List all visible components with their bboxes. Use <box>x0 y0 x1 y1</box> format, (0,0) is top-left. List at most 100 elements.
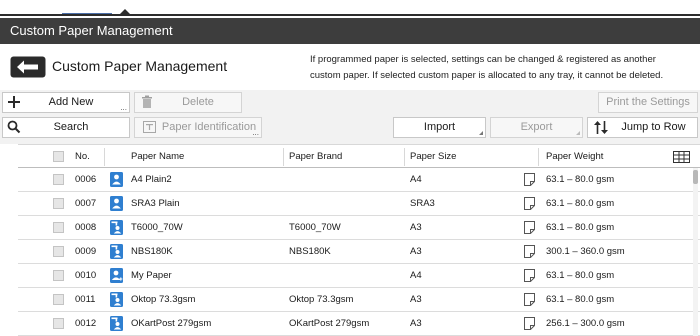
import-button[interactable]: Import <box>393 117 486 138</box>
row-checkbox[interactable] <box>53 294 64 305</box>
table-row[interactable]: 0006 A4 Plain2 A4 63.1 – 80.0 gsm <box>18 168 700 192</box>
cell-paper-name: T6000_70W <box>131 222 183 233</box>
paper-table-body: 0006 A4 Plain2 A4 63.1 – 80.0 gsm 0007 SRA3 P… <box>18 168 700 336</box>
import-label: Import <box>423 121 456 133</box>
cell-paper-size: A3 <box>410 318 422 329</box>
tray-user-icon <box>110 292 123 307</box>
column-header-paper-brand[interactable]: Paper Brand <box>289 151 342 162</box>
top-decor-strip <box>0 0 700 18</box>
table-row[interactable]: 0008 T6000_70W T6000_70W A3 63.1 – 80.0 gsm <box>18 216 700 240</box>
cell-paper-name: OKartPost 279gsm <box>131 318 212 329</box>
row-checkbox[interactable] <box>53 198 64 209</box>
cell-paper-brand: T6000_70W <box>289 222 341 233</box>
cell-paper-name: Oktop 73.3gsm <box>131 294 196 305</box>
table-row[interactable]: 0009 NBS180K NBS180K A3 300.1 – 360.0 gsm <box>18 240 700 264</box>
paper-orientation-icon <box>524 221 535 234</box>
cell-paper-weight: 63.1 – 80.0 gsm <box>546 174 615 185</box>
cell-paper-name: A4 Plain2 <box>131 174 172 185</box>
cell-no: 0007 <box>75 198 97 209</box>
cell-paper-size: A3 <box>410 294 422 305</box>
info-note-line2: custom paper. If selected custom paper i… <box>310 70 664 81</box>
row-checkbox[interactable] <box>53 174 64 185</box>
grid-view-icon[interactable] <box>673 151 690 163</box>
cell-no: 0012 <box>75 318 97 329</box>
cell-paper-size: A4 <box>410 174 422 185</box>
print-settings-label: Print the Settings <box>606 96 690 108</box>
left-margin <box>0 144 18 336</box>
table-row[interactable]: 0012 OKartPost 279gsm OKartPost 279gsm A3 25… <box>18 312 700 336</box>
tray-user-icon <box>110 316 123 331</box>
tray-user-icon <box>110 220 123 235</box>
table-header: No. Paper Name Paper Brand Paper Size Pa… <box>18 144 700 168</box>
page-title: Custom Paper Management <box>52 58 228 74</box>
scrollbar-thumb[interactable] <box>693 170 698 184</box>
cell-paper-weight: 256.1 – 300.0 gsm <box>546 318 625 329</box>
row-checkbox[interactable] <box>53 318 64 329</box>
cell-paper-size: SRA3 <box>410 198 435 209</box>
table-row[interactable]: 0010 My Paper A4 63.1 – 80.0 gsm <box>18 264 700 288</box>
cell-paper-size: A3 <box>410 222 422 233</box>
top-border-line <box>0 14 700 16</box>
delete-button[interactable]: Delete <box>134 92 242 113</box>
jump-to-row-label: Jump to Row <box>621 121 686 133</box>
cell-paper-name: NBS180K <box>131 246 173 257</box>
scrollbar-track[interactable] <box>693 168 698 336</box>
single-user-icon <box>110 172 123 187</box>
tab-pointer <box>119 9 131 15</box>
search-label: Search <box>53 121 89 133</box>
cell-paper-weight: 63.1 – 80.0 gsm <box>546 270 615 281</box>
export-button[interactable]: Export <box>490 117 583 138</box>
paper-orientation-icon <box>524 197 535 210</box>
back-button[interactable] <box>10 56 46 78</box>
cell-no: 0008 <box>75 222 97 233</box>
add-new-label: Add New <box>48 96 94 108</box>
paper-orientation-icon <box>524 269 535 282</box>
more-indicator: ... <box>120 103 127 112</box>
column-divider <box>538 148 539 166</box>
dropdown-corner-icon <box>479 131 483 135</box>
cell-paper-weight: 63.1 – 80.0 gsm <box>546 198 615 209</box>
add-new-button[interactable]: Add New ... <box>2 92 130 113</box>
cell-paper-brand: NBS180K <box>289 246 331 257</box>
paper-identification-label: Paper Identification <box>161 121 257 133</box>
search-button[interactable]: Search <box>2 117 130 138</box>
paper-orientation-icon <box>524 245 535 258</box>
row-checkbox[interactable] <box>53 270 64 281</box>
cell-paper-weight: 63.1 – 80.0 gsm <box>546 294 615 305</box>
info-note-line1: If programmed paper is selected, setting… <box>310 54 656 65</box>
paper-identification-button[interactable]: Paper Identification ... <box>134 117 262 138</box>
cell-no: 0006 <box>75 174 97 185</box>
arrow-left-icon <box>10 56 46 78</box>
cell-paper-size: A4 <box>410 270 422 281</box>
row-checkbox[interactable] <box>53 246 64 257</box>
cell-paper-brand: Oktop 73.3gsm <box>289 294 354 305</box>
dropdown-corner-icon <box>576 131 580 135</box>
cell-paper-name: My Paper <box>131 270 172 281</box>
paper-identification-icon <box>143 121 156 133</box>
table-row[interactable]: 0007 SRA3 Plain SRA3 63.1 – 80.0 gsm <box>18 192 700 216</box>
column-header-paper-weight[interactable]: Paper Weight <box>546 151 603 162</box>
print-settings-button[interactable]: Print the Settings <box>598 92 698 113</box>
cell-paper-brand: OKartPost 279gsm <box>289 318 370 329</box>
delete-label: Delete <box>182 96 214 108</box>
single-user-icon <box>110 196 123 211</box>
jump-to-row-button[interactable]: Jump to Row <box>587 117 698 138</box>
cell-no: 0009 <box>75 246 97 257</box>
paper-orientation-icon <box>524 317 535 330</box>
table-row[interactable]: 0011 Oktop 73.3gsm Oktop 73.3gsm A3 63.1 – 8… <box>18 288 700 312</box>
column-header-no[interactable]: No. <box>75 151 90 162</box>
window-title-bar: Custom Paper Management <box>0 18 700 44</box>
cell-paper-size: A3 <box>410 246 422 257</box>
tray-user-icon <box>110 244 123 259</box>
cell-no: 0011 <box>75 294 96 305</box>
row-checkbox[interactable] <box>53 222 64 233</box>
select-all-checkbox[interactable] <box>53 151 64 162</box>
column-header-paper-name[interactable]: Paper Name <box>131 151 184 162</box>
info-note: If programmed paper is selected, setting… <box>310 52 690 84</box>
sort-arrows-icon <box>594 121 608 134</box>
single-user-plus-icon <box>110 268 123 283</box>
column-divider <box>104 148 105 166</box>
window-title: Custom Paper Management <box>10 23 173 38</box>
column-header-paper-size[interactable]: Paper Size <box>410 151 456 162</box>
column-divider <box>283 148 284 166</box>
